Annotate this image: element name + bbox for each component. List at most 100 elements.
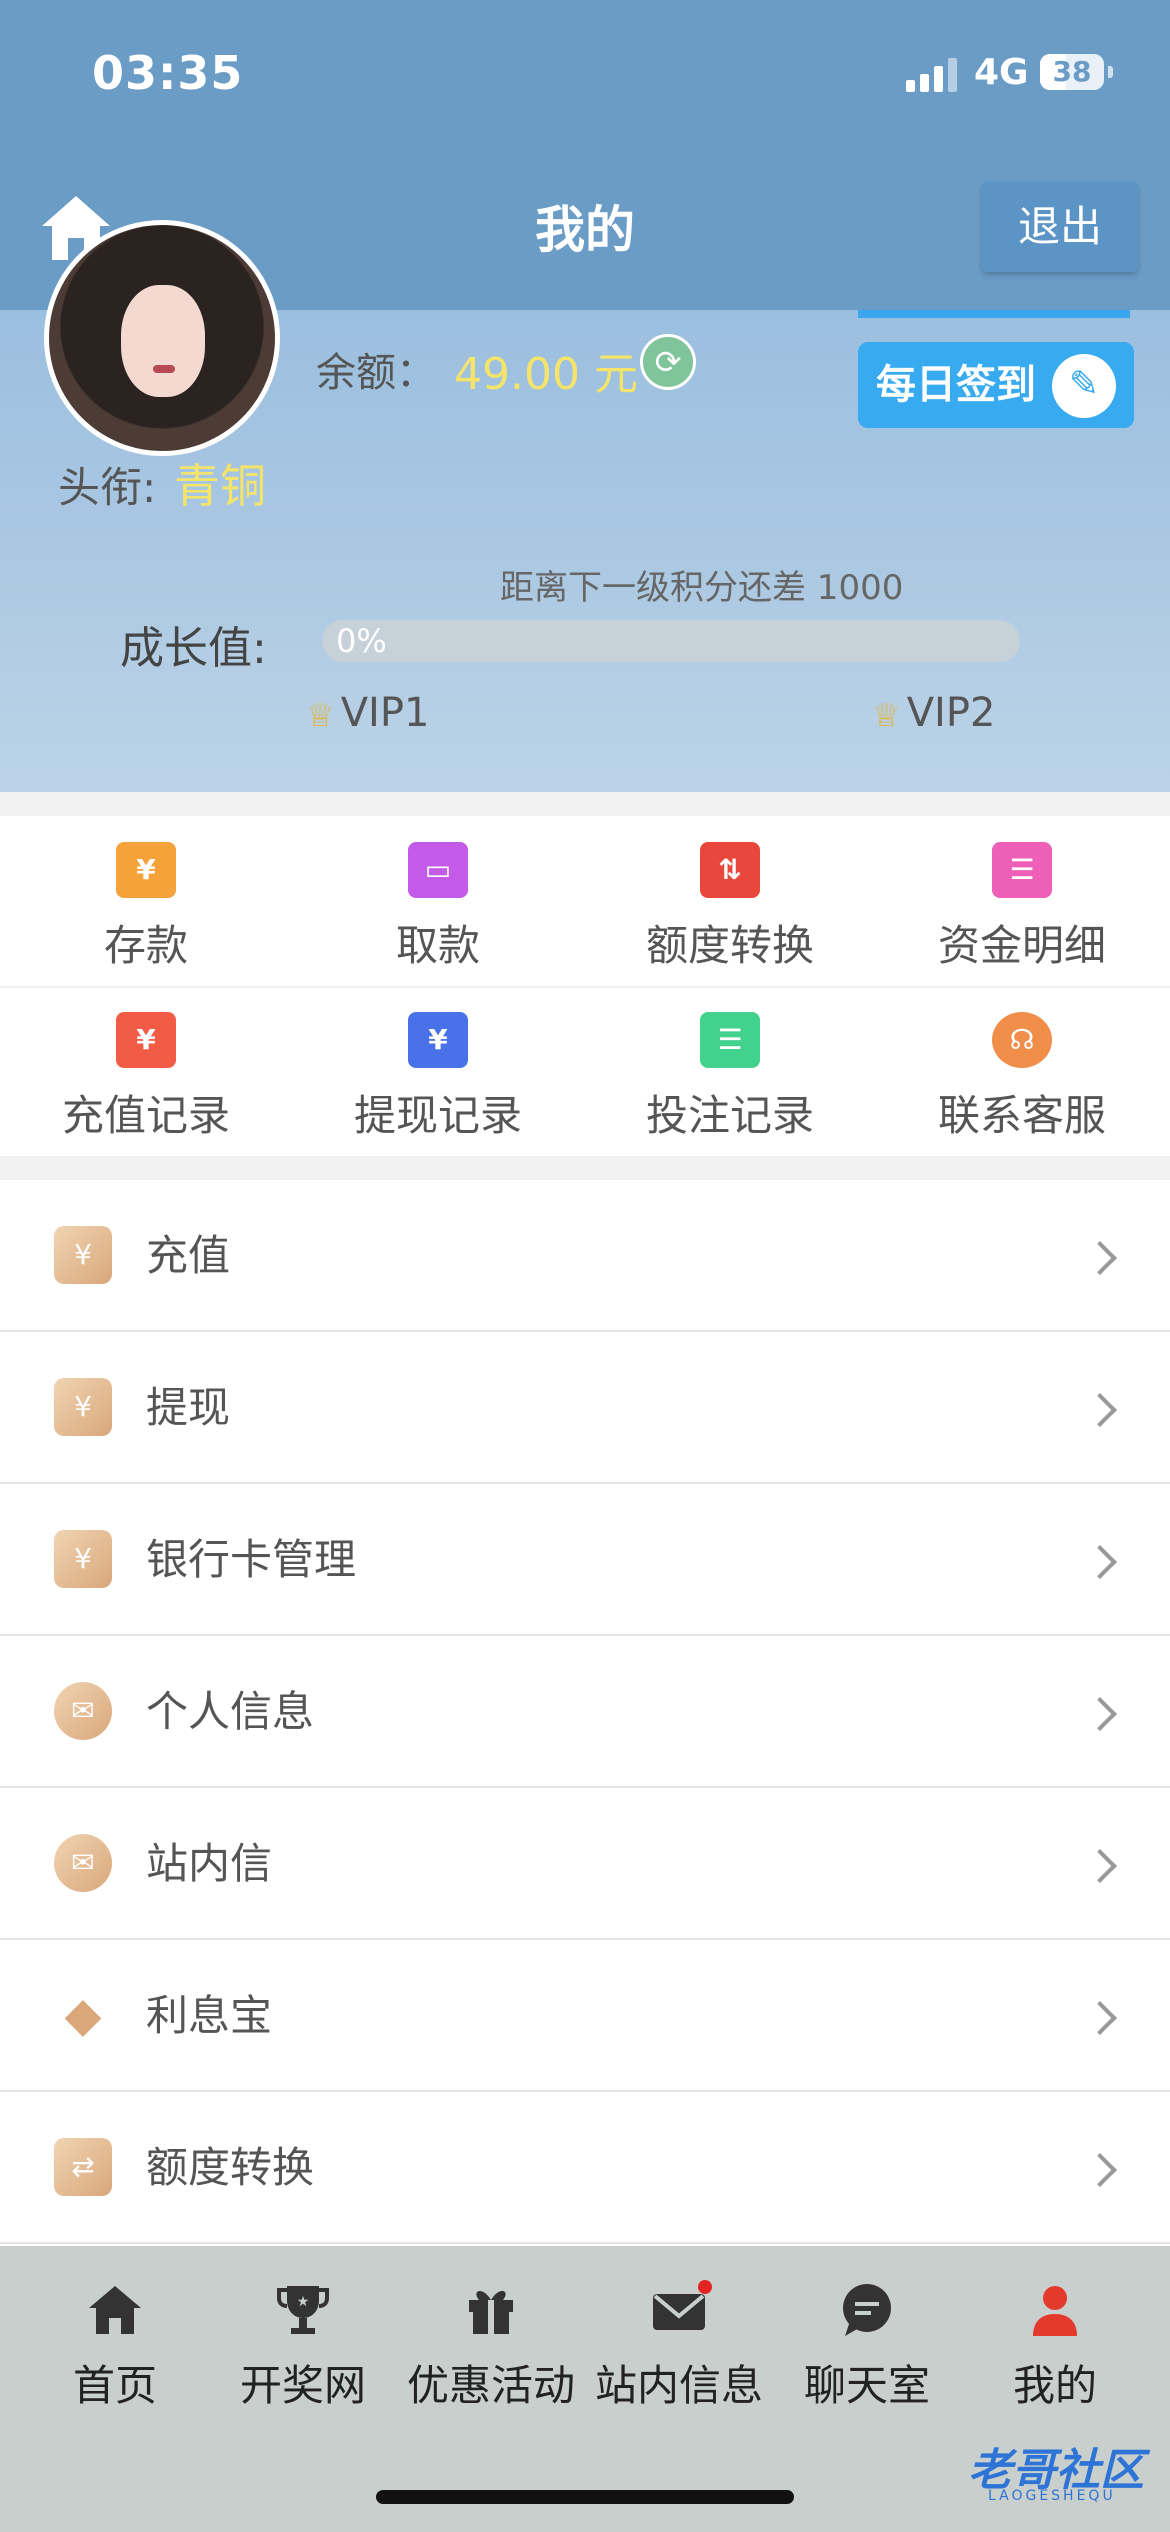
menu-item-withdraw[interactable]: ¥ 提现 bbox=[0, 1332, 1170, 1484]
quick-action-recharge-records[interactable]: ¥ 充值记录 bbox=[0, 986, 292, 1156]
crown-icon: ♕ bbox=[872, 696, 901, 734]
recharge-icon: ¥ bbox=[54, 1226, 112, 1284]
chat-icon bbox=[843, 2284, 891, 2336]
watermark-logo: 老哥社区 LAOGESHEQU bbox=[928, 2430, 1158, 2510]
user-icon bbox=[1033, 2286, 1077, 2336]
tab-label: 站内信息 bbox=[594, 2361, 763, 2410]
gift-icon bbox=[469, 2290, 513, 2334]
quick-action-label: 联系客服 bbox=[937, 1091, 1106, 1140]
menu-item-interest[interactable]: ◆ 利息宝 bbox=[0, 1940, 1170, 2092]
vip-current-label: VIP1 bbox=[340, 690, 430, 736]
crown-icon: ♕ bbox=[306, 696, 335, 734]
next-level-text: 距离下一级积分还差 1000 bbox=[500, 568, 904, 608]
menu-item-label: 银行卡管理 bbox=[146, 1535, 357, 1584]
quick-action-label: 存款 bbox=[103, 921, 188, 970]
vip-current: ♕ VIP1 bbox=[306, 690, 429, 736]
mail-icon: ✉ bbox=[54, 1834, 112, 1892]
watermark-subtext: LAOGESHEQU bbox=[988, 2488, 1116, 2504]
balance-label: 余额： bbox=[316, 350, 436, 396]
quick-action-bet-records[interactable]: ☰ 投注记录 bbox=[584, 986, 876, 1156]
vip-next: ♕ VIP2 bbox=[872, 690, 995, 736]
quick-action-label: 充值记录 bbox=[61, 1091, 230, 1140]
growth-label: 成长值: bbox=[120, 623, 267, 674]
mail-icon: ✉ bbox=[54, 1682, 112, 1740]
tab-label: 开奖网 bbox=[239, 2361, 366, 2410]
growth-progress-text: 0% bbox=[336, 622, 387, 660]
profile-header: 余额： 49.00 元 ⟳ 每日签到 ✎ 头衔: 青铜 距离下一级积分还差 10… bbox=[0, 220, 1170, 792]
menu-item-label: 提现 bbox=[146, 1383, 231, 1432]
chevron-right-icon bbox=[1083, 1393, 1117, 1427]
tab-home[interactable]: 首页 bbox=[20, 2280, 210, 2420]
menu-item-quota-transfer[interactable]: ⇄ 额度转换 bbox=[0, 2092, 1170, 2244]
yen-card-icon: ¥ bbox=[116, 842, 176, 898]
quick-actions-grid: ¥ 存款 ▭ 取款 ⇅ 额度转换 ☰ 资金明细 ¥ 充值记录 ¥ 提现记录 ☰ … bbox=[0, 816, 1170, 1156]
tab-label: 优惠活动 bbox=[406, 2361, 575, 2410]
balance-value: 49.00 元 bbox=[454, 349, 638, 400]
money-bag-icon: ¥ bbox=[54, 1530, 112, 1588]
quick-action-withdraw[interactable]: ▭ 取款 bbox=[292, 816, 584, 986]
network-type: 4G bbox=[974, 52, 1029, 93]
clipboard-green-icon: ☰ bbox=[700, 1012, 760, 1068]
daily-signin-label: 每日签到 bbox=[876, 362, 1036, 408]
menu-item-label: 充值 bbox=[146, 1231, 231, 1280]
refresh-icon[interactable]: ⟳ bbox=[640, 334, 696, 390]
quick-action-label: 取款 bbox=[395, 921, 480, 970]
withdraw-icon: ¥ bbox=[54, 1378, 112, 1436]
menu-item-messages[interactable]: ✉ 站内信 bbox=[0, 1788, 1170, 1940]
chevron-right-icon bbox=[1083, 1697, 1117, 1731]
tab-promotions[interactable]: 优惠活动 bbox=[396, 2280, 586, 2420]
tab-lottery[interactable]: ★ 开奖网 bbox=[208, 2280, 398, 2420]
clipboard-icon: ☰ bbox=[992, 842, 1052, 898]
battery-tip bbox=[1108, 66, 1113, 78]
unread-badge bbox=[698, 2280, 712, 2294]
status-bar: 03:35 4G 38 bbox=[0, 0, 1170, 160]
tab-me[interactable]: 我的 bbox=[960, 2280, 1150, 2420]
battery-icon: 38 bbox=[1040, 54, 1104, 90]
card-withdraw-icon: ▭ bbox=[408, 842, 468, 898]
menu-item-personal-info[interactable]: ✉ 个人信息 bbox=[0, 1636, 1170, 1788]
quick-action-transfer[interactable]: ⇅ 额度转换 bbox=[584, 816, 876, 986]
chevron-right-icon bbox=[1083, 2001, 1117, 2035]
menu-item-recharge[interactable]: ¥ 充值 bbox=[0, 1180, 1170, 1332]
trophy-icon: ★ bbox=[277, 2286, 329, 2334]
quick-action-label: 提现记录 bbox=[353, 1091, 522, 1140]
home-icon bbox=[89, 2286, 141, 2334]
menu-item-label: 利息宝 bbox=[146, 1991, 273, 2040]
daily-signin-button[interactable]: 每日签到 ✎ bbox=[858, 342, 1134, 428]
quick-action-label: 资金明细 bbox=[937, 921, 1106, 970]
tab-inbox[interactable]: 站内信息 bbox=[584, 2280, 774, 2420]
tab-label: 我的 bbox=[1012, 2361, 1097, 2410]
transfer-icon: ⇅ bbox=[700, 842, 760, 898]
menu-list: ¥ 充值 ¥ 提现 ¥ 银行卡管理 ✉ 个人信息 ✉ 站内信 ◆ 利息宝 ⇄ 额… bbox=[0, 1180, 1170, 2246]
edit-icon: ✎ bbox=[1052, 354, 1116, 418]
quick-action-support[interactable]: ☊ 联系客服 bbox=[876, 986, 1168, 1156]
battery-level: 38 bbox=[1052, 55, 1092, 88]
rank-label: 头衔: bbox=[58, 463, 157, 512]
menu-item-label: 个人信息 bbox=[146, 1687, 315, 1736]
down-arrow-yen-icon: ¥ bbox=[116, 1012, 176, 1068]
up-arrow-yen-icon: ¥ bbox=[408, 1012, 468, 1068]
vip-next-label: VIP2 bbox=[906, 690, 996, 736]
menu-item-label: 站内信 bbox=[146, 1839, 273, 1888]
rank-value: 青铜 bbox=[174, 459, 266, 513]
growth-progress-bar: 0% bbox=[322, 620, 1020, 662]
logout-button[interactable]: 退出 bbox=[982, 182, 1138, 272]
signin-top-edge bbox=[858, 310, 1130, 318]
transfer-icon: ⇄ bbox=[54, 2138, 112, 2196]
tab-label: 首页 bbox=[72, 2361, 157, 2410]
signal-icon bbox=[906, 58, 958, 92]
menu-item-bank-cards[interactable]: ¥ 银行卡管理 bbox=[0, 1484, 1170, 1636]
headset-icon: ☊ bbox=[992, 1012, 1052, 1068]
quick-action-fund-details[interactable]: ☰ 资金明细 bbox=[876, 816, 1168, 986]
avatar[interactable] bbox=[44, 220, 280, 456]
quick-action-label: 投注记录 bbox=[645, 1091, 814, 1140]
quick-action-deposit[interactable]: ¥ 存款 bbox=[0, 816, 292, 986]
chevron-right-icon bbox=[1083, 1241, 1117, 1275]
diamond-icon: ◆ bbox=[64, 1987, 102, 2043]
chevron-right-icon bbox=[1083, 1849, 1117, 1883]
home-indicator[interactable] bbox=[376, 2490, 794, 2504]
quick-action-withdraw-records[interactable]: ¥ 提现记录 bbox=[292, 986, 584, 1156]
svg-text:★: ★ bbox=[297, 2294, 310, 2310]
chevron-right-icon bbox=[1083, 1545, 1117, 1579]
tab-chat[interactable]: 聊天室 bbox=[772, 2280, 962, 2420]
